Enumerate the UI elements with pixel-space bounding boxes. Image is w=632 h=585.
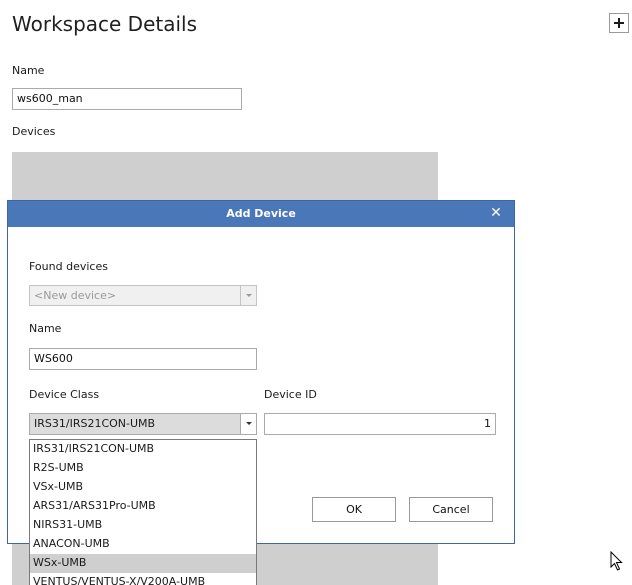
found-devices-value: <New device> — [34, 289, 117, 302]
cancel-button[interactable]: Cancel — [409, 497, 493, 522]
device-class-option[interactable]: IRS31/IRS21CON-UMB — [30, 440, 256, 459]
device-class-value: IRS31/IRS21CON-UMB — [34, 417, 156, 430]
device-class-option-highlighted[interactable]: WSx-UMB — [30, 554, 256, 573]
found-devices-select[interactable]: <New device> — [29, 285, 257, 306]
close-icon[interactable]: ✕ — [488, 205, 504, 221]
device-class-label: Device Class — [29, 388, 100, 401]
found-devices-label: Found devices — [29, 260, 108, 273]
chevron-down-icon[interactable] — [240, 286, 256, 305]
device-class-option[interactable]: R2S-UMB — [30, 459, 256, 478]
plus-icon[interactable] — [609, 13, 629, 33]
mouse-pointer-icon — [610, 551, 623, 571]
device-class-option[interactable]: ARS31/ARS31Pro-UMB — [30, 497, 256, 516]
page-title: Workspace Details — [12, 12, 198, 36]
chevron-down-icon[interactable] — [240, 414, 256, 434]
device-class-option[interactable]: ANACON-UMB — [30, 535, 256, 554]
dialog-titlebar[interactable]: Add Device ✕ — [8, 201, 514, 227]
devices-label: Devices — [12, 125, 56, 138]
ok-button[interactable]: OK — [312, 497, 396, 522]
device-class-option[interactable]: VSx-UMB — [30, 478, 256, 497]
workspace-name-input[interactable]: ws600_man — [12, 88, 242, 110]
name-label: Name — [12, 64, 45, 77]
device-class-option[interactable]: VENTUS/VENTUS-X/V200A-UMB — [30, 573, 256, 585]
device-class-option[interactable]: NIRS31-UMB — [30, 516, 256, 535]
device-name-label: Name — [29, 322, 62, 335]
device-name-input[interactable]: WS600 — [29, 348, 257, 370]
device-class-dropdown-list[interactable]: IRS31/IRS21CON-UMB R2S-UMB VSx-UMB ARS31… — [29, 439, 257, 585]
device-class-select[interactable]: IRS31/IRS21CON-UMB — [29, 413, 257, 435]
device-id-input[interactable]: 1 — [264, 413, 496, 435]
dialog-title: Add Device — [226, 207, 296, 220]
device-id-label: Device ID — [264, 388, 317, 401]
